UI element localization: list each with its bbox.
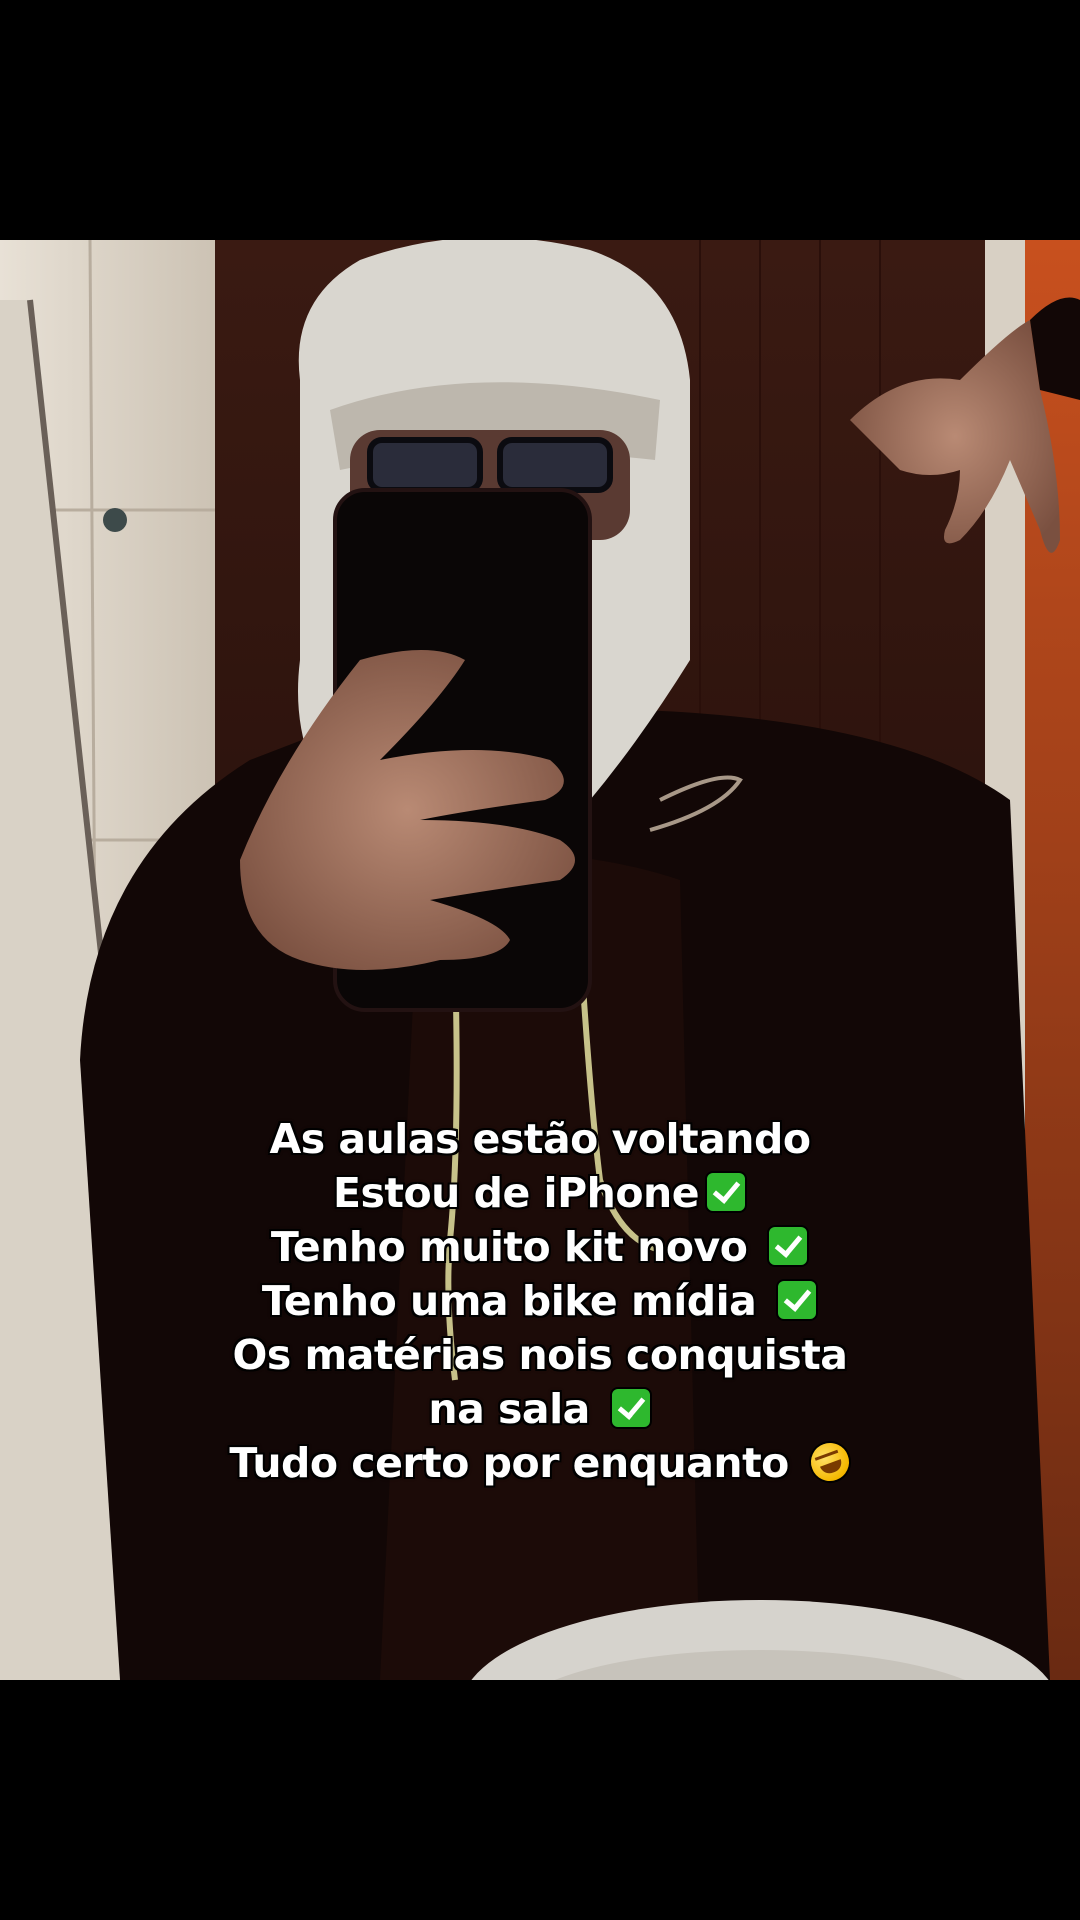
caption-line: As aulas estão voltando bbox=[0, 1112, 1080, 1166]
caption-line-text: Tudo certo por enquanto bbox=[229, 1439, 803, 1487]
caption-line-text: Os matérias nois conquista bbox=[232, 1331, 848, 1379]
caption-line-text: Estou de iPhone bbox=[332, 1169, 700, 1217]
caption-line: na sala bbox=[0, 1382, 1080, 1436]
check-mark-icon bbox=[767, 1225, 810, 1267]
caption-line-text: Tenho uma bike mídia bbox=[261, 1277, 771, 1325]
caption-line: Os matérias nois conquista bbox=[0, 1328, 1080, 1382]
rofl-emoji-icon bbox=[802, 1435, 857, 1489]
caption-line-text: na sala bbox=[428, 1385, 604, 1433]
caption-line-text: Tenho muito kit novo bbox=[270, 1223, 762, 1271]
check-mark-icon bbox=[609, 1387, 652, 1429]
caption-line: Estou de iPhone bbox=[0, 1166, 1080, 1220]
screen: As aulas estão voltando Estou de iPhone Te… bbox=[0, 0, 1080, 1920]
check-mark-icon bbox=[705, 1171, 748, 1213]
caption-line: Tenho uma bike mídia bbox=[0, 1274, 1080, 1328]
caption-line: Tudo certo por enquanto bbox=[0, 1435, 1080, 1490]
caption-line: Tenho muito kit novo bbox=[0, 1220, 1080, 1274]
caption-line-text: As aulas estão voltando bbox=[269, 1115, 812, 1163]
caption-overlay: As aulas estão voltando Estou de iPhone Te… bbox=[0, 1112, 1080, 1490]
check-mark-icon bbox=[776, 1279, 819, 1321]
